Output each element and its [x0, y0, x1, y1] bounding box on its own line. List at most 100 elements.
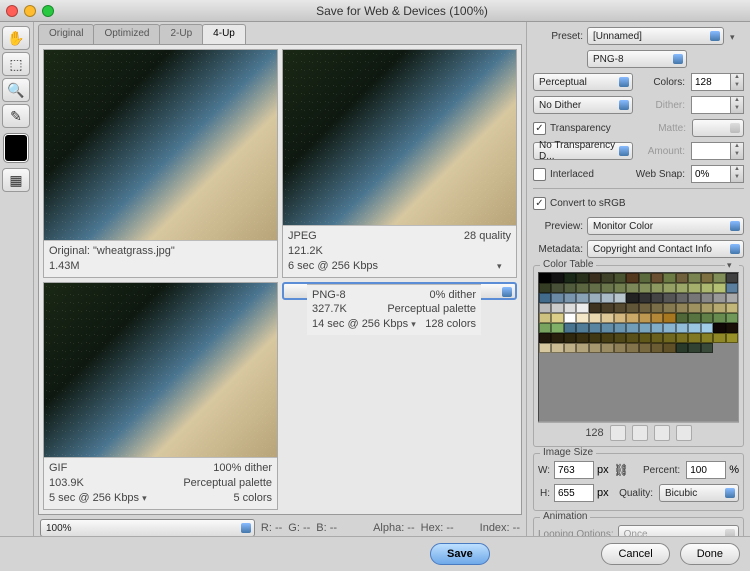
matte-select[interactable] [692, 119, 744, 137]
zoom-select[interactable]: 100% [40, 519, 255, 537]
color-swatch[interactable] [601, 333, 613, 343]
color-swatch[interactable] [576, 343, 588, 353]
color-swatch[interactable] [564, 273, 576, 283]
color-swatch[interactable] [663, 343, 675, 353]
color-swatch[interactable] [651, 303, 663, 313]
color-swatch[interactable] [713, 313, 725, 323]
color-swatch[interactable] [663, 273, 675, 283]
color-swatch[interactable] [676, 303, 688, 313]
color-swatch[interactable] [676, 323, 688, 333]
color-swatch[interactable] [713, 303, 725, 313]
color-swatch[interactable] [626, 293, 638, 303]
tab-original[interactable]: Original [38, 24, 94, 44]
ct-snap-icon[interactable] [610, 425, 626, 441]
color-swatch[interactable] [676, 333, 688, 343]
percent-input[interactable]: 100 [686, 461, 726, 479]
color-swatch[interactable] [614, 303, 626, 313]
color-swatch[interactable] [601, 323, 613, 333]
color-swatch[interactable] [701, 323, 713, 333]
color-reduction-select[interactable]: Perceptual [533, 73, 633, 91]
color-swatch[interactable] [626, 323, 638, 333]
color-swatch[interactable] [688, 293, 700, 303]
color-swatch[interactable] [688, 283, 700, 293]
color-swatch[interactable] [539, 293, 551, 303]
color-swatch[interactable] [614, 283, 626, 293]
color-swatch[interactable] [589, 313, 601, 323]
color-swatch[interactable] [701, 273, 713, 283]
ct-new-icon[interactable] [654, 425, 670, 441]
preview-image[interactable] [44, 50, 277, 240]
color-swatch[interactable] [576, 283, 588, 293]
color-swatch[interactable] [576, 293, 588, 303]
save-button[interactable]: Save [430, 543, 490, 565]
color-swatch[interactable] [576, 303, 588, 313]
color-swatch[interactable] [639, 273, 651, 283]
ct-lock-icon[interactable] [632, 425, 648, 441]
color-swatch[interactable] [701, 313, 713, 323]
color-swatch[interactable] [551, 313, 563, 323]
color-swatch[interactable] [663, 283, 675, 293]
color-swatch[interactable] [614, 273, 626, 283]
color-swatch[interactable] [651, 343, 663, 353]
ct-trash-icon[interactable] [676, 425, 692, 441]
color-swatch[interactable] [576, 273, 588, 283]
color-swatch[interactable] [626, 283, 638, 293]
colors-input[interactable]: 128 [691, 73, 731, 91]
preview-cell-gif[interactable]: GIF100% dither 103.9KPerceptual palette … [43, 282, 278, 511]
color-swatch[interactable] [663, 293, 675, 303]
trans-dither-select[interactable]: No Transparency D... [533, 142, 633, 160]
color-swatch[interactable] [676, 273, 688, 283]
color-swatch[interactable] [639, 303, 651, 313]
color-swatch[interactable] [701, 293, 713, 303]
color-swatch[interactable] [614, 313, 626, 323]
color-swatch[interactable] [539, 313, 551, 323]
color-swatch[interactable] [576, 333, 588, 343]
tab-2up[interactable]: 2-Up [159, 24, 203, 44]
color-swatch[interactable] [639, 293, 651, 303]
color-table-menu-icon[interactable] [725, 259, 739, 269]
color-swatch[interactable] [688, 273, 700, 283]
color-swatch[interactable] [589, 283, 601, 293]
color-swatch[interactable] [701, 343, 713, 353]
color-swatch[interactable] [564, 323, 576, 333]
color-swatch[interactable] [688, 343, 700, 353]
slice-select-tool[interactable]: ⬚ [2, 52, 30, 76]
color-swatch[interactable] [564, 333, 576, 343]
link-icon[interactable]: ⛓ [614, 463, 629, 477]
color-swatch[interactable] [688, 333, 700, 343]
color-swatch[interactable] [651, 323, 663, 333]
color-swatch[interactable] [564, 343, 576, 353]
color-swatch[interactable] [626, 303, 638, 313]
color-swatch[interactable] [626, 313, 638, 323]
preview-menu-icon[interactable] [411, 317, 425, 327]
color-swatch[interactable] [589, 273, 601, 283]
color-swatch[interactable] [639, 323, 651, 333]
websnap-input[interactable]: 0% [691, 165, 731, 183]
preset-select[interactable]: [Unnamed] [587, 27, 724, 45]
color-swatch[interactable] [601, 273, 613, 283]
window-close-button[interactable] [6, 5, 18, 17]
metadata-select[interactable]: Copyright and Contact Info [587, 240, 744, 258]
color-swatch[interactable] [539, 343, 551, 353]
eyedropper-tool[interactable]: ✎ [2, 104, 30, 128]
preview-cell-original[interactable]: Original: "wheatgrass.jpg" 1.43M [43, 49, 278, 278]
color-swatch[interactable] [701, 303, 713, 313]
color-swatch[interactable] [639, 283, 651, 293]
color-swatch[interactable] [651, 283, 663, 293]
color-swatch[interactable] [576, 313, 588, 323]
preview-menu-icon[interactable] [142, 491, 156, 501]
color-swatch[interactable] [676, 343, 688, 353]
tab-optimized[interactable]: Optimized [93, 24, 160, 44]
optimize-menu-icon[interactable] [730, 31, 744, 41]
interlaced-checkbox[interactable] [533, 168, 546, 181]
color-swatch[interactable] [663, 303, 675, 313]
color-swatch[interactable] [626, 343, 638, 353]
cancel-button[interactable]: Cancel [601, 543, 669, 565]
color-swatch[interactable] [651, 273, 663, 283]
color-swatch[interactable] [726, 333, 738, 343]
color-swatch[interactable] [564, 303, 576, 313]
color-swatch[interactable] [713, 333, 725, 343]
color-swatch[interactable] [614, 343, 626, 353]
color-swatch[interactable] [726, 313, 738, 323]
color-swatch[interactable] [726, 323, 738, 333]
